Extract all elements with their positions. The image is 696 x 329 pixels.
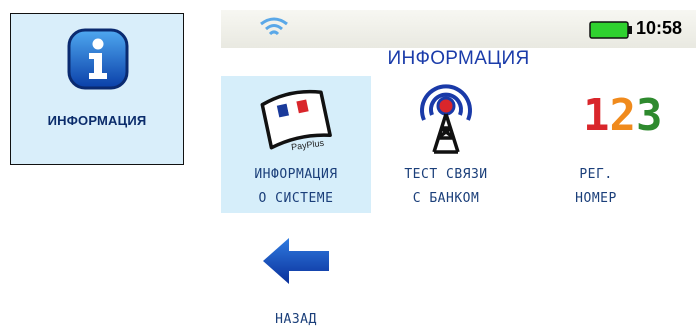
tile-registration-number-line2: НОМЕР: [575, 191, 617, 206]
tile-bank-connection-test-line1: ТЕСТ СВЯЗИ: [404, 167, 488, 182]
tile-system-info[interactable]: PayPlus ИНФОРМАЦИЯ О СИСТЕМЕ: [221, 76, 371, 213]
numbers-123-icon: 123: [583, 90, 663, 141]
back-arrow-icon: [263, 238, 329, 284]
tile-system-info-line1: ИНФОРМАЦИЯ: [254, 167, 338, 182]
tile-bank-connection-test-line2: С БАНКОМ: [412, 191, 480, 206]
digit-1: 1: [583, 90, 610, 141]
digit-2: 2: [609, 90, 637, 141]
info-icon: [67, 28, 129, 90]
information-app-label: ИНФОРМАЦИЯ: [47, 113, 147, 128]
tile-bank-connection-test[interactable]: ТЕСТ СВЯЗИ С БАНКОМ: [371, 76, 521, 213]
digit-3: 3: [636, 90, 663, 141]
status-bar: 10:58: [221, 10, 696, 48]
clock-time: 10:58: [636, 18, 683, 38]
tile-back-label: НАЗАД: [275, 312, 317, 327]
terminal-screen: 10:58 ИНФОРМАЦИЯ PayPlus ИНФОРМАЦИЯ О СИ…: [221, 0, 696, 329]
information-app-icon-card[interactable]: ИНФОРМАЦИЯ: [10, 13, 184, 165]
antenna-tower-icon: [420, 84, 472, 154]
tile-back[interactable]: НАЗАД: [221, 222, 371, 329]
tile-system-info-line2: О СИСТЕМЕ: [258, 191, 334, 206]
page-title: ИНФОРМАЦИЯ: [387, 48, 530, 69]
wifi-icon: [260, 17, 288, 36]
tile-registration-number-line1: РЕГ.: [579, 167, 613, 182]
battery-icon: [589, 21, 632, 39]
